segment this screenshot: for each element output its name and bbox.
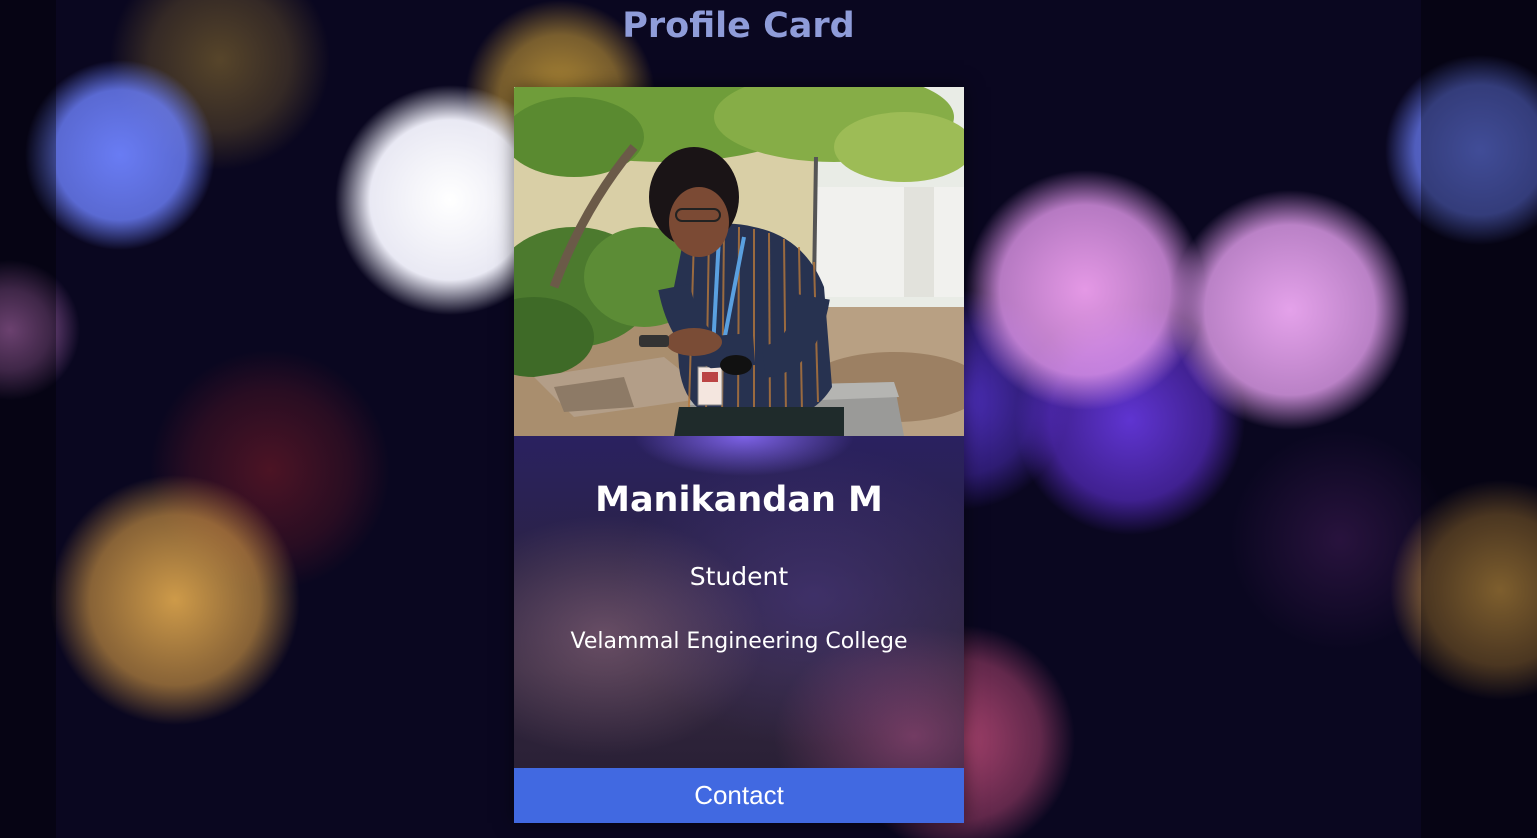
contact-button[interactable]: Contact [514, 768, 964, 823]
profile-details: Manikandan M Student Velammal Engineerin… [514, 436, 964, 813]
profile-name: Manikandan M [595, 480, 883, 520]
profile-photo-illustration [514, 87, 964, 436]
background-shade-left [0, 0, 56, 838]
page-title: Profile Card [622, 6, 855, 46]
profile-photo [514, 87, 964, 436]
profile-college: Velammal Engineering College [570, 629, 908, 654]
background-shade-right [1421, 0, 1537, 838]
profile-role: Student [689, 562, 789, 591]
profile-card: Manikandan M Student Velammal Engineerin… [514, 87, 964, 823]
